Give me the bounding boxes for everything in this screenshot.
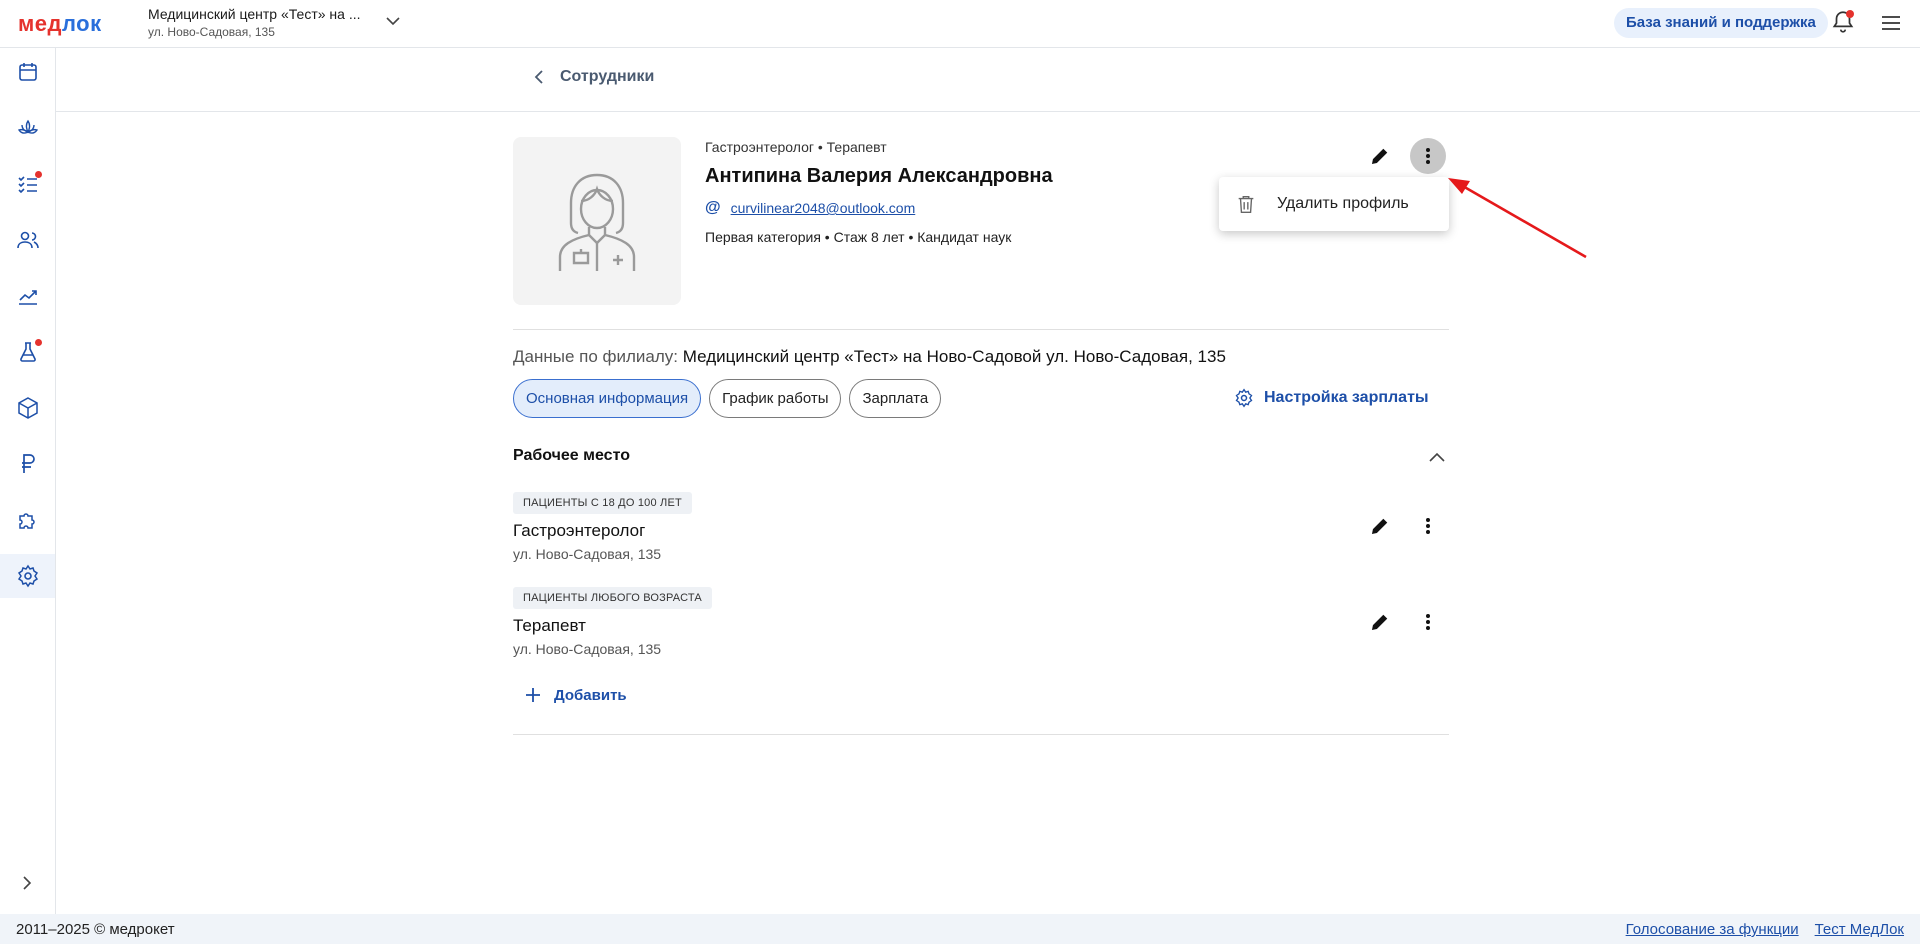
more-vertical-icon xyxy=(1426,148,1430,164)
branch-value: Медицинский центр «Тест» на Ново-Садовой… xyxy=(682,347,1226,366)
footer: 2011–2025 © медрокет Голосование за функ… xyxy=(0,914,1920,944)
branch-label: Данные по филиалу: xyxy=(513,347,679,366)
red-annotation-arrow xyxy=(1448,178,1587,259)
notification-dot xyxy=(1846,10,1854,18)
users-icon xyxy=(17,231,39,249)
avatar xyxy=(513,137,681,305)
chevron-left-icon xyxy=(534,70,543,84)
tab-schedule[interactable]: График работы xyxy=(709,379,842,418)
workplace-section-title: Рабочее место xyxy=(513,447,630,464)
back-label: Сотрудники xyxy=(560,68,655,85)
tab-salary[interactable]: Зарплата xyxy=(849,379,942,418)
salary-settings-button[interactable]: Настройка зарплаты xyxy=(1234,388,1429,408)
vote-features-link[interactable]: Голосование за функции xyxy=(1626,921,1799,938)
knowledge-base-button[interactable]: База знаний и поддержка xyxy=(1614,8,1828,38)
gear-icon xyxy=(17,564,38,588)
email-link[interactable]: curvilinear2048@outlook.com xyxy=(731,200,916,216)
logo-part-1: мед xyxy=(18,11,62,36)
sidebar-item-warehouse[interactable] xyxy=(8,386,48,430)
branch-info: Данные по филиалу: Медицинский центр «Те… xyxy=(513,347,1226,367)
ruble-icon xyxy=(22,454,35,473)
sidebar xyxy=(0,48,56,914)
lab-badge-dot xyxy=(35,339,42,346)
tab-main-info[interactable]: Основная информация xyxy=(513,379,702,418)
gear-icon xyxy=(1235,388,1253,408)
app-logo[interactable]: медлок xyxy=(18,11,102,37)
plus-icon xyxy=(526,688,540,702)
age-tag: ПАЦИЕНТЫ С 18 ДО 100 ЛЕТ xyxy=(513,492,692,514)
specialties: Гастроэнтеролог • Терапевт xyxy=(705,139,887,155)
sidebar-item-integrations[interactable] xyxy=(8,498,48,542)
sidebar-item-tasks[interactable] xyxy=(8,162,48,206)
sidebar-item-calendar[interactable] xyxy=(8,50,48,94)
profile-more-button[interactable] xyxy=(1410,138,1446,174)
sub-header: Сотрудники xyxy=(56,48,1920,112)
clinic-name: Медицинский центр «Тест» на ... xyxy=(148,6,361,22)
sidebar-item-finance[interactable] xyxy=(8,442,48,486)
sidebar-item-analytics[interactable] xyxy=(8,274,48,318)
back-to-employees[interactable]: Сотрудники xyxy=(532,68,654,86)
footer-links: Голосование за функции Тест МедЛок xyxy=(1626,921,1904,938)
sidebar-item-settings[interactable] xyxy=(0,554,55,598)
pencil-icon xyxy=(1371,614,1388,631)
email-row: @ curvilinear2048@outlook.com xyxy=(705,199,915,217)
copyright: 2011–2025 © медрокет xyxy=(16,921,175,938)
workplace-address: ул. Ново-Садовая, 135 xyxy=(513,546,662,562)
delete-profile-item[interactable]: Удалить профиль xyxy=(1277,195,1409,213)
puzzle-icon xyxy=(19,513,35,529)
add-label: Добавить xyxy=(554,686,627,704)
more-vertical-icon xyxy=(1426,518,1430,534)
profile-tabs: Основная информация График работы Зарпла… xyxy=(513,379,942,418)
more-vertical-icon xyxy=(1426,614,1430,630)
sidebar-item-lotus[interactable] xyxy=(8,106,48,150)
edit-workplace-button[interactable] xyxy=(1362,604,1398,640)
trash-icon xyxy=(1238,195,1254,213)
calendar-icon xyxy=(19,63,37,81)
chevron-up-icon[interactable] xyxy=(1428,450,1446,464)
menu-icon[interactable] xyxy=(1880,12,1902,34)
top-bar: медлок Медицинский центр «Тест» на ... у… xyxy=(0,0,1920,48)
lotus-icon xyxy=(17,119,39,134)
salary-settings-label: Настройка зарплаты xyxy=(1264,389,1429,406)
logo-part-2: лок xyxy=(61,11,102,36)
workplace-name: Терапевт xyxy=(513,616,586,635)
qualification-meta: Первая категория • Стаж 8 лет • Кандидат… xyxy=(705,229,1012,245)
chevron-right-icon[interactable] xyxy=(18,874,36,892)
pencil-icon xyxy=(1371,518,1388,535)
chevron-down-icon[interactable] xyxy=(384,12,402,30)
workplace-name: Гастроэнтеролог xyxy=(513,521,646,540)
test-medlok-link[interactable]: Тест МедЛок xyxy=(1815,921,1904,938)
workplace-more-button[interactable] xyxy=(1410,604,1446,640)
box-icon xyxy=(18,397,38,419)
add-workplace-button[interactable]: Добавить xyxy=(524,686,627,704)
section-divider xyxy=(513,734,1449,735)
at-icon: @ xyxy=(705,199,721,216)
profile-context-menu: Удалить профиль xyxy=(1219,177,1449,231)
clinic-selector[interactable]: Медицинский центр «Тест» на ... ул. Ново… xyxy=(148,6,360,39)
pencil-icon xyxy=(1371,148,1388,165)
edit-workplace-button[interactable] xyxy=(1362,508,1398,544)
clinic-address: ул. Ново-Садовая, 135 xyxy=(148,25,275,39)
tasks-badge-dot xyxy=(35,171,42,178)
edit-profile-button[interactable] xyxy=(1362,138,1398,174)
workplace-address: ул. Ново-Садовая, 135 xyxy=(513,641,662,657)
age-tag: ПАЦИЕНТЫ ЛЮБОГО ВОЗРАСТА xyxy=(513,587,712,609)
workplace-more-button[interactable] xyxy=(1410,508,1446,544)
profile-divider xyxy=(513,329,1449,330)
sidebar-item-users[interactable] xyxy=(8,218,48,262)
doctor-avatar-icon xyxy=(558,173,636,271)
chart-icon xyxy=(19,290,37,305)
sidebar-item-lab[interactable] xyxy=(8,330,48,374)
employee-name: Антипина Валерия Александровна xyxy=(705,165,1053,187)
